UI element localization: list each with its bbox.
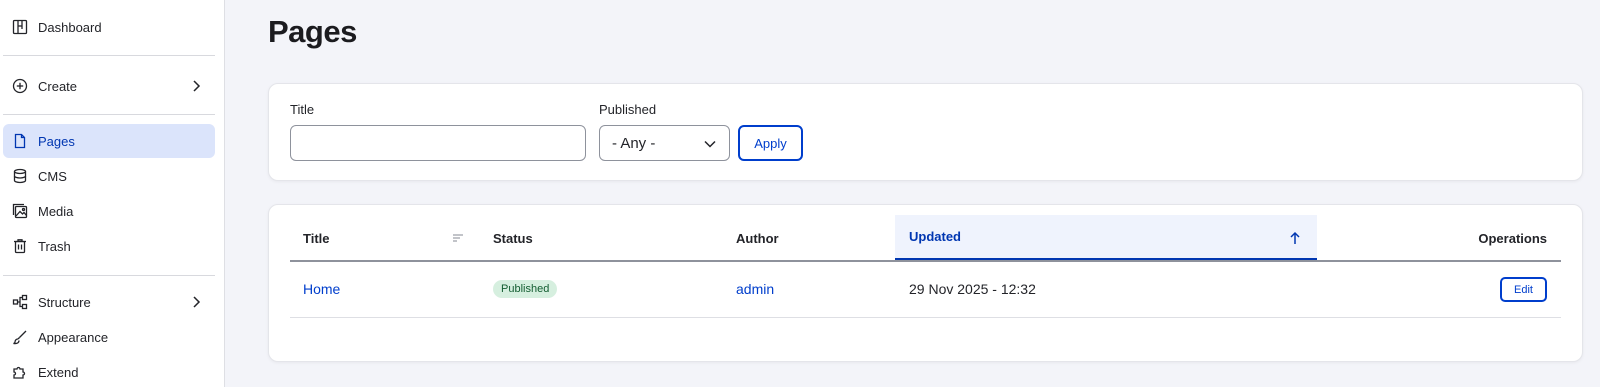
sidebar-divider [3, 114, 215, 115]
plus-circle-icon [12, 78, 28, 94]
sidebar-item-label: Create [38, 78, 78, 94]
sidebar-item-pages[interactable]: Pages [3, 124, 215, 158]
sort-icon [453, 234, 463, 242]
column-header-status: Status [493, 230, 533, 246]
sidebar-item-create[interactable]: Create [3, 69, 215, 103]
column-header-author: Author [736, 230, 779, 246]
edit-button[interactable]: Edit [1500, 277, 1547, 302]
pages-table: Title Status Author Updated Operations H… [268, 204, 1583, 362]
page-title: Pages [268, 14, 357, 49]
sidebar-item-extend[interactable]: Extend [3, 355, 215, 387]
media-icon [12, 203, 28, 219]
sidebar-item-cms[interactable]: CMS [3, 159, 215, 193]
arrow-up-icon [1290, 231, 1300, 244]
column-header-title[interactable]: Title [290, 215, 470, 261]
sidebar-item-label: Media [38, 203, 74, 219]
chevron-right-icon [193, 80, 201, 92]
sidebar-item-dashboard[interactable]: Dashboard [3, 10, 215, 44]
published-filter-select[interactable]: - Any - [599, 125, 730, 161]
sidebar-item-label: Extend [38, 364, 79, 380]
sidebar-item-media[interactable]: Media [3, 194, 215, 228]
sidebar-item-trash[interactable]: Trash [3, 229, 215, 263]
published-filter-label: Published [599, 102, 657, 117]
page-title-link[interactable]: Home [303, 281, 340, 297]
trash-icon [12, 238, 28, 254]
sidebar-item-appearance[interactable]: Appearance [3, 320, 215, 354]
published-filter-value: - Any - [612, 134, 656, 152]
sidebar-divider [3, 55, 215, 56]
chevron-right-icon [193, 296, 201, 308]
page-icon [12, 133, 28, 149]
chevron-down-icon [704, 140, 716, 148]
table-cell-status: Published [493, 277, 558, 301]
sidebar-item-label: Trash [38, 238, 71, 254]
apply-button[interactable]: Apply [738, 125, 803, 161]
filter-form: Title Published - Any - Apply [268, 83, 1583, 181]
database-icon [12, 168, 28, 184]
title-filter-label: Title [290, 102, 315, 117]
table-cell-author: admin [736, 277, 774, 301]
dashboard-icon [12, 19, 28, 35]
structure-icon [12, 294, 28, 310]
status-badge: Published [493, 280, 558, 298]
sidebar-item-label: CMS [38, 168, 67, 184]
table-cell-title: Home [303, 277, 340, 301]
sidebar-item-label: Dashboard [38, 19, 102, 35]
sidebar: Dashboard Create Pages CMS Media Trash S… [0, 0, 225, 387]
column-header-operations: Operations [1478, 230, 1547, 246]
puzzle-icon [12, 364, 28, 380]
sidebar-item-label: Appearance [38, 329, 109, 345]
title-filter-input[interactable] [290, 125, 586, 161]
sidebar-item-structure[interactable]: Structure [3, 285, 215, 319]
table-row-divider [290, 317, 1561, 318]
sidebar-divider [3, 275, 215, 276]
author-link[interactable]: admin [736, 281, 774, 297]
table-header-divider [290, 260, 1561, 262]
brush-icon [12, 329, 28, 345]
table-cell-updated: 29 Nov 2025 - 12:32 [909, 281, 1036, 297]
sidebar-item-label: Structure [38, 294, 91, 310]
column-header-updated[interactable]: Updated [895, 215, 1317, 261]
sidebar-item-label: Pages [38, 133, 75, 149]
